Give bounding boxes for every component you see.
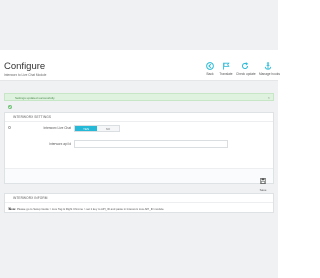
settings-panel-title: INTERWORX SETTINGS [13, 115, 52, 120]
live-chat-label: Interworx Live Chat [43, 126, 71, 130]
api-id-input[interactable] [74, 140, 228, 148]
settings-panel-heading: INTERWORX SETTINGS [5, 113, 273, 129]
close-icon[interactable]: × [268, 95, 270, 100]
manage-hooks-button[interactable]: Manage hooks [259, 62, 280, 79]
save-icon [260, 171, 266, 188]
info-note: Note: Please go to Setup Guide > Live Ta… [9, 207, 164, 211]
info-icon [7, 197, 12, 210]
page-title: Configure [4, 61, 46, 72]
note-text: Please go to Setup Guide > Live Tag & Ri… [16, 206, 165, 211]
note-label: Note: [9, 206, 17, 211]
alert-message: Settings updated successfully. [15, 95, 56, 100]
info-panel-title: INTERWORX INFORM [13, 196, 48, 201]
gear-icon [8, 116, 11, 129]
save-button[interactable]: Save [256, 171, 270, 192]
manage-hooks-label: Manage hooks [259, 72, 280, 76]
page: Configure Interworx to Live Chat Module … [0, 0, 280, 278]
api-id-label: Interworx api Id [49, 142, 71, 146]
translate-label: Translate [219, 72, 233, 76]
toggle-yes-option[interactable]: YES [75, 127, 97, 131]
flag-icon [217, 62, 235, 70]
settings-panel-footer: Save [5, 168, 273, 192]
success-alert: Settings updated successfully. × [4, 93, 274, 109]
translate-button[interactable]: Translate [217, 62, 235, 79]
check-update-button[interactable]: Check update [236, 62, 256, 79]
toggle-no-option[interactable]: NO [97, 127, 119, 131]
check-update-label: Check update [236, 72, 256, 76]
breadcrumb: Interworx to Live Chat Module [4, 73, 47, 77]
toolbar: Back Translate Check update Manage hooks [202, 62, 280, 80]
info-panel-heading: INTERWORX INFORM [5, 194, 273, 210]
check-circle-icon [8, 96, 12, 109]
live-chat-toggle[interactable]: YES NO [74, 125, 120, 132]
save-label: Save [259, 188, 267, 192]
info-panel: INTERWORX INFORM Note: Please go to Setu… [4, 193, 274, 213]
refresh-icon [236, 62, 254, 70]
settings-panel: INTERWORX SETTINGS Save [4, 112, 274, 192]
anchor-icon [259, 62, 277, 70]
